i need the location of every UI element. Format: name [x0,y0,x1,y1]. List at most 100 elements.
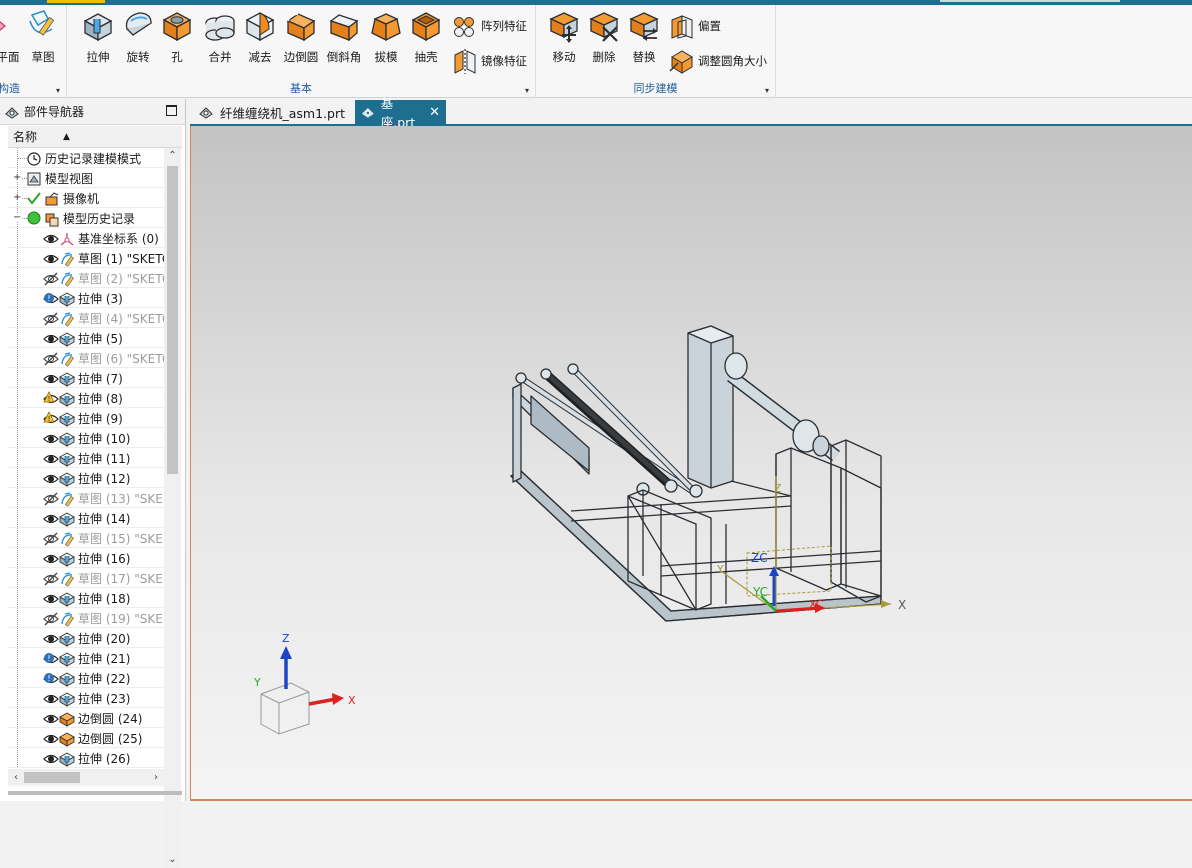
eye-icon[interactable] [43,251,59,267]
tab-base-part[interactable]: 基座.prt ✕ [355,96,446,130]
eye-hidden-icon[interactable] [43,491,59,507]
scroll-thumb[interactable] [24,772,80,783]
eye-icon[interactable] [43,551,59,567]
eye-icon[interactable] [43,691,59,707]
eye-icon[interactable] [43,731,59,747]
tree-row[interactable]: 草图 (19) "SKE [8,608,164,628]
tree-row[interactable]: 边倒圆 (25) [8,728,164,748]
tree-row[interactable]: − 模型历史记录 [8,208,164,228]
maximize-icon[interactable] [166,105,177,116]
tree-row[interactable]: 拉伸 (16) [8,548,164,568]
edge-blend-button[interactable]: 边倒圆 [280,7,322,69]
tree-row[interactable]: + 摄像机 [8,188,164,208]
extrude-button[interactable]: 拉伸 [77,7,119,69]
draft-button[interactable]: 拔模 [365,7,407,69]
resize-blend-button[interactable]: 调整圆角大小 [668,46,767,76]
eye-hidden-icon[interactable] [43,531,59,547]
offset-region-button[interactable]: 偏置 [668,11,721,41]
sketch-button[interactable]: 草图 [22,7,64,69]
info-badge-icon[interactable]: ! [43,651,59,667]
tree-row[interactable]: 拉伸 (7) [8,368,164,388]
eye-icon[interactable] [43,631,59,647]
eye-icon[interactable] [43,451,59,467]
chevron-down-icon[interactable]: ▾ [525,86,529,95]
delete-face-button[interactable]: 删除 [583,7,625,69]
tree-row[interactable]: 草图 (1) "SKETC [8,248,164,268]
tree-vertical-scrollbar[interactable]: ⌃ ⌄ [164,148,181,868]
eye-icon[interactable] [43,511,59,527]
tree-row[interactable]: 拉伸 (10) [8,428,164,448]
base-frame-model[interactable] [510,325,882,622]
warning-badge-icon[interactable]: ! [43,410,59,427]
tree-row[interactable]: 拉伸 (23) [8,688,164,708]
chamfer-button[interactable]: 倒斜角 [323,7,365,69]
eye-icon[interactable] [43,711,59,727]
eye-hidden-icon[interactable] [43,271,59,287]
tree-row[interactable]: ! 拉伸 (9) [8,408,164,428]
tree-horizontal-scrollbar[interactable]: ‹ › [8,769,164,786]
command-search-box[interactable] [940,0,1120,2]
tree-row[interactable]: 拉伸 (14) [8,508,164,528]
chevron-down-icon[interactable]: ▾ [765,86,769,95]
pattern-feature-button[interactable]: 阵列特征 [451,11,527,41]
move-face-button[interactable]: 移动 [543,7,585,69]
tree-row[interactable]: 拉伸 (26) [8,748,164,768]
tree-row[interactable]: ! 拉伸 (8) [8,388,164,408]
hole-button[interactable]: 孔 [156,7,198,69]
tree-row[interactable]: 历史记录建模模式 [8,148,164,168]
shell-button[interactable]: 抽壳 [405,7,447,69]
eye-icon[interactable] [43,751,59,767]
eye-hidden-icon[interactable] [43,571,59,587]
tree-row[interactable]: ! 拉伸 (21) [8,648,164,668]
chevron-down-icon[interactable]: ▾ [56,86,60,95]
eye-icon[interactable] [43,431,59,447]
close-icon[interactable]: ✕ [429,105,440,120]
tree-row[interactable]: 草图 (4) "SKETC [8,308,164,328]
tree-row[interactable]: 草图 (13) "SKE [8,488,164,508]
warning-badge-icon[interactable]: ! [43,390,59,407]
eye-icon[interactable] [43,471,59,487]
scroll-right-icon[interactable]: › [148,769,164,786]
scroll-up-icon[interactable]: ⌃ [164,148,181,164]
expand-icon[interactable]: + [13,193,21,203]
scroll-down-icon[interactable]: ⌄ [164,852,181,868]
eye-hidden-icon[interactable] [43,351,59,367]
unite-button[interactable]: 合并 [199,7,241,69]
tree-row[interactable]: 草图 (2) "SKETC [8,268,164,288]
tree-row[interactable]: ! 拉伸 (22) [8,668,164,688]
column-header-name[interactable]: 名称 ▲ [8,126,182,148]
tab-assembly[interactable]: 纤维缠绕机_asm1.prt [192,100,352,124]
tree-row[interactable]: 边倒圆 (24) [8,708,164,728]
work-csys-triad[interactable] [720,476,892,613]
tree-row[interactable]: 拉伸 (18) [8,588,164,608]
tree-row[interactable]: 草图 (6) "SKETC [8,348,164,368]
datum-plane-button[interactable]: 平面 [0,7,22,69]
scroll-left-icon[interactable]: ‹ [8,769,24,786]
tree-row[interactable]: 拉伸 (12) [8,468,164,488]
tree-row[interactable]: 草图 (17) "SKE [8,568,164,588]
eye-icon[interactable] [43,371,59,387]
replace-face-button[interactable]: 替换 [623,7,665,69]
tree-row[interactable]: 拉伸 (5) [8,328,164,348]
tree-row[interactable]: ! 拉伸 (3) [8,288,164,308]
scroll-thumb[interactable] [167,166,178,474]
expand-icon[interactable]: + [13,173,21,183]
eye-icon[interactable] [43,331,59,347]
eye-hidden-icon[interactable] [43,611,59,627]
eye-icon[interactable] [43,591,59,607]
revolve-button[interactable]: 旋转 [117,7,159,69]
eye-icon[interactable] [43,231,59,247]
tree-row[interactable]: 基准坐标系 (0) [8,228,164,248]
collapse-icon[interactable]: − [13,213,21,223]
subtract-button[interactable]: 减去 [239,7,281,69]
eye-hidden-icon[interactable] [43,311,59,327]
tree-row[interactable]: 拉伸 (11) [8,448,164,468]
tree-row[interactable]: 拉伸 (20) [8,628,164,648]
info-badge-icon[interactable]: ! [43,291,59,307]
view-triad[interactable] [260,646,344,735]
tree-row[interactable]: + 模型视图 [8,168,164,188]
info-badge-icon[interactable]: ! [43,671,59,687]
tree-row[interactable]: 草图 (15) "SKE [8,528,164,548]
mirror-feature-button[interactable]: 镜像特征 [451,46,527,76]
graphics-viewport[interactable]: ZC YC XC X Z Y Z Y X [190,126,1192,801]
